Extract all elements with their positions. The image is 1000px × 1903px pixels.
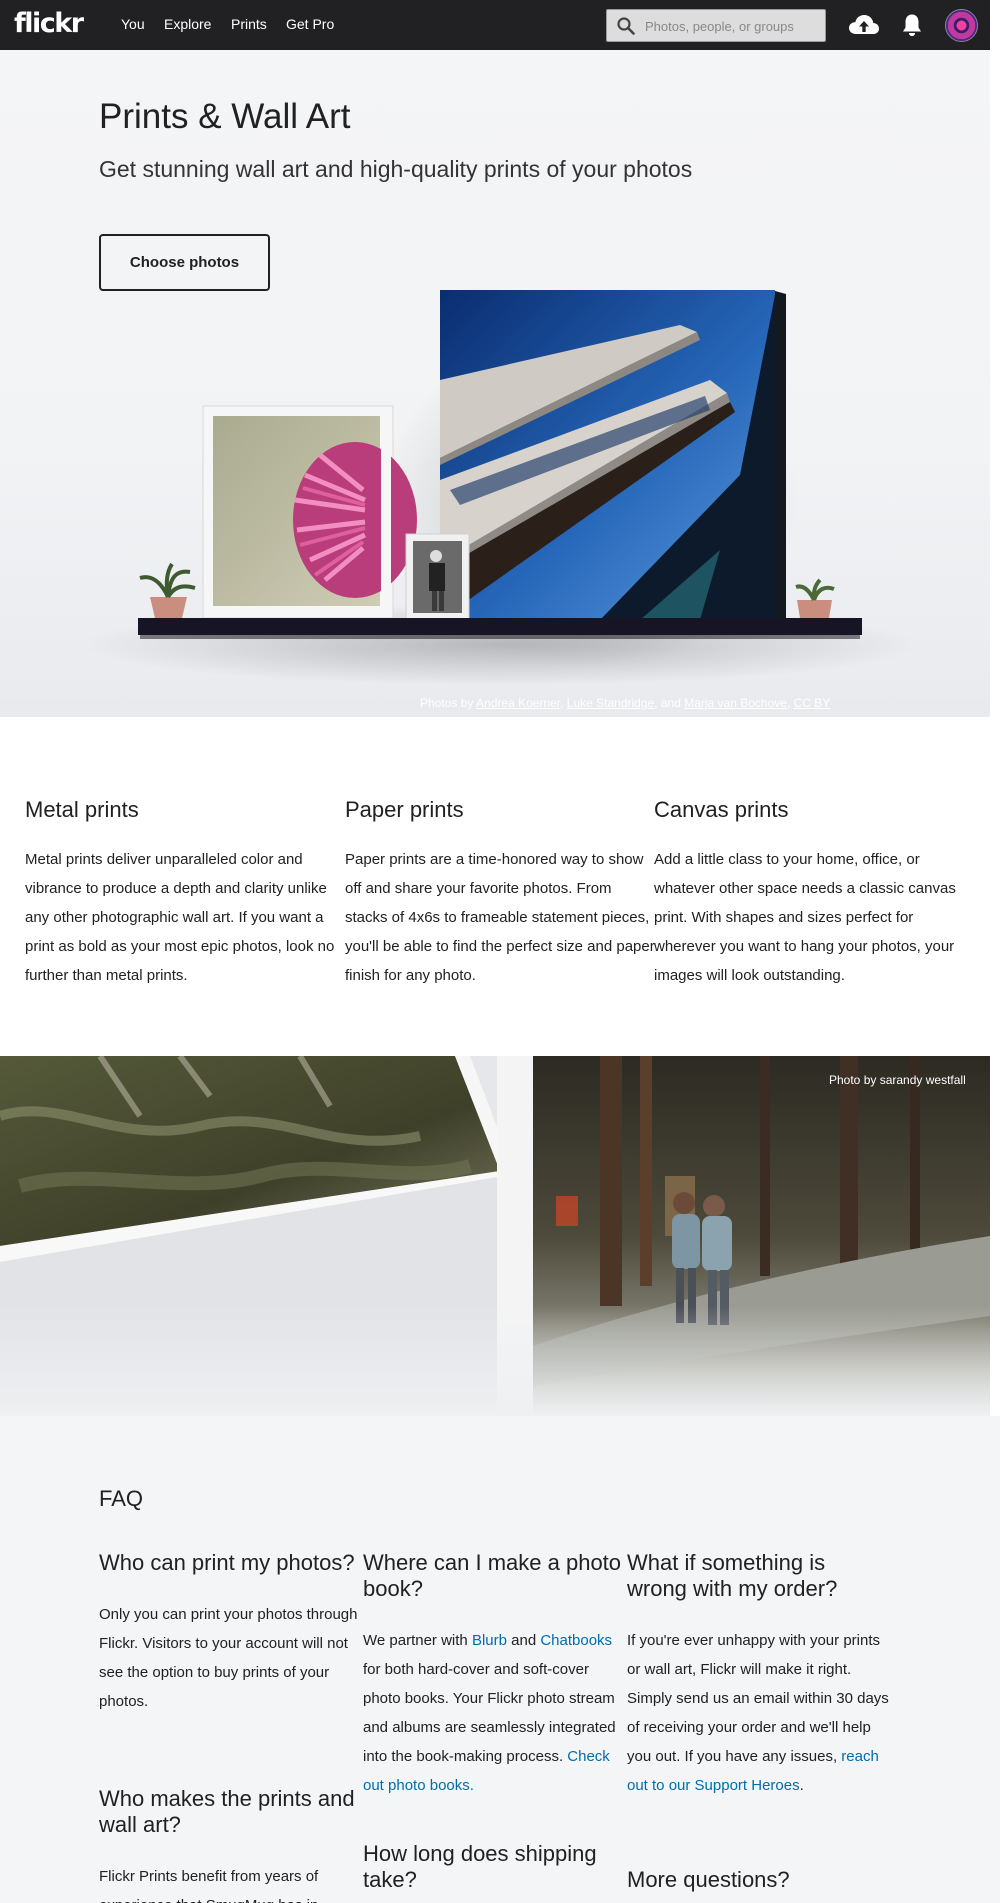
faq-question: What if something is wrong with my order… <box>627 1550 838 1601</box>
flickr-logo[interactable]: flickr <box>14 8 84 39</box>
faq-question: More questions? <box>627 1867 790 1892</box>
nav-link-prints[interactable]: Prints <box>231 16 267 32</box>
nav-link-you[interactable]: You <box>121 16 145 32</box>
faq-heading: FAQ <box>99 1486 144 1511</box>
metal-prints-heading: Metal prints <box>25 797 139 822</box>
canvas-prints-heading: Canvas prints <box>654 797 789 822</box>
blurb-link[interactable]: Blurb <box>472 1632 507 1649</box>
top-nav: flickr You Explore Prints Get Pro <box>0 0 990 50</box>
notifications-bell-icon[interactable] <box>902 13 922 37</box>
answer-text: We partner with <box>363 1632 472 1649</box>
credits-separator: , <box>786 696 794 710</box>
faq-answer: Only you can print your photos through F… <box>99 1606 358 1710</box>
credit-link-marja-van-bochove[interactable]: Marja van Bochove <box>684 696 787 710</box>
credits-separator: , <box>560 696 567 710</box>
chatbooks-link[interactable]: Chatbooks <box>540 1632 612 1649</box>
nav-link-explore[interactable]: Explore <box>164 16 211 32</box>
license-link-cc-by[interactable]: CC BY <box>794 696 831 710</box>
faq-question: How long does shipping take? <box>363 1841 597 1892</box>
search-icon <box>617 17 635 35</box>
answer-text: and <box>506 1632 541 1649</box>
paper-prints-heading: Paper prints <box>345 797 464 822</box>
credits-prefix: Photos by <box>420 696 477 710</box>
credits-separator: , and <box>654 696 685 710</box>
paper-prints-description: Paper prints are a time-honored way to s… <box>345 851 655 984</box>
search-input[interactable] <box>645 16 820 36</box>
answer-text: If you're ever unhappy with your prints … <box>627 1632 889 1765</box>
hero-section: Prints & Wall Art Get stunning wall art … <box>0 50 990 717</box>
prints-photo-band: Photo by sarandy westfall <box>0 1056 990 1416</box>
printed-photos-image <box>0 1056 990 1416</box>
faq-question: Who makes the prints and wall art? <box>99 1786 355 1837</box>
faq-section: FAQ Who can print my photos? Only you ca… <box>0 1416 1000 1903</box>
user-avatar[interactable] <box>945 9 978 42</box>
canvas-prints-description: Add a little class to your home, office,… <box>654 851 956 984</box>
band-photo-credit: Photo by sarandy westfall <box>829 1073 966 1087</box>
faq-item-more-questions: More questions? <box>627 1867 891 1903</box>
faq-item-shipping: How long does shipping take? <box>363 1841 627 1903</box>
faq-answer: We partner with Blurb and Chatbooks for … <box>363 1626 627 1800</box>
faq-item-order-problem: What if something is wrong with my order… <box>627 1550 891 1800</box>
nav-link-get-pro[interactable]: Get Pro <box>286 16 334 32</box>
upload-cloud-icon[interactable] <box>848 13 880 37</box>
metal-prints-description: Metal prints deliver unparalleled color … <box>25 851 335 984</box>
faq-answer: Flickr Prints benefit from years of expe… <box>99 1868 319 1903</box>
metal-prints-column: Metal prints Metal prints deliver unpara… <box>25 797 345 990</box>
paper-prints-column: Paper prints Paper prints are a time-hon… <box>345 797 655 990</box>
faq-question: Where can I make a photo book? <box>363 1550 622 1601</box>
faq-item-photo-book: Where can I make a photo book? We partne… <box>363 1550 627 1800</box>
photo-credits: Photos by Andrea Koerner, Luke Standridg… <box>420 696 830 710</box>
faq-item-who-makes-prints: Who makes the prints and wall art? Flick… <box>99 1786 364 1903</box>
faq-question: Who can print my photos? <box>99 1550 355 1575</box>
faq-item-who-can-print: Who can print my photos? Only you can pr… <box>99 1550 364 1716</box>
print-types-section: Metal prints Metal prints deliver unpara… <box>0 717 990 1056</box>
answer-text: . <box>799 1777 804 1794</box>
search-box[interactable] <box>606 9 826 42</box>
credit-link-luke-standridge[interactable]: Luke Standridge <box>567 696 654 710</box>
wall-art-shelf-image <box>80 290 920 685</box>
faq-answer: If you're ever unhappy with your prints … <box>627 1626 891 1800</box>
canvas-prints-column: Canvas prints Add a little class to your… <box>654 797 964 990</box>
credit-link-andrea-koerner[interactable]: Andrea Koerner <box>476 696 560 710</box>
